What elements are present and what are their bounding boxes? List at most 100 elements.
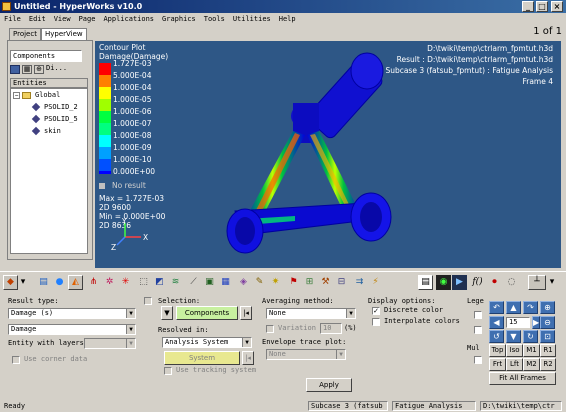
averaging-method-select[interactable]: None ▼ [266, 308, 356, 319]
legend-icon[interactable]: ⚑ [286, 275, 301, 290]
view-r2-button[interactable]: R2 [540, 358, 556, 371]
components-selector[interactable]: Components [176, 306, 238, 320]
resolved-in-select[interactable]: Analysis System ▼ [162, 337, 252, 348]
tree-item-psolid-2[interactable]: PSOLID_2 [44, 103, 78, 111]
legend-option-checkbox[interactable] [474, 326, 482, 334]
fit-all-frames-button[interactable]: Fit All Frames [489, 372, 556, 385]
graphics-viewport[interactable]: Contour Plot Damage(Damage) 1.727E-03 5.0… [95, 41, 561, 268]
tree-item-global[interactable]: Global [35, 91, 60, 99]
tab-hyperview[interactable]: HyperView [41, 28, 87, 40]
view-iso-button[interactable]: Iso [506, 344, 523, 357]
lamp-icon[interactable]: ✷ [268, 275, 283, 290]
filter-icon[interactable]: ⊕ [34, 65, 44, 74]
apply-button[interactable]: Apply [306, 378, 352, 392]
menu-edit[interactable]: Edit [25, 13, 50, 26]
view-m1-button[interactable]: M1 [523, 344, 540, 357]
fatigue-icon[interactable]: ⚒ [318, 275, 333, 290]
open-icon[interactable]: ▤ [36, 275, 51, 290]
variation-checkbox[interactable] [266, 325, 274, 333]
legend-checkbox[interactable] [474, 311, 482, 319]
tensor-icon[interactable]: ✲ [102, 275, 117, 290]
export-icon[interactable]: ⇉ [352, 275, 367, 290]
rotate-left-down-icon[interactable]: ↺ [489, 330, 504, 343]
close-button[interactable]: × [551, 1, 563, 12]
use-tracking-system-checkbox[interactable] [164, 367, 172, 375]
entity-layers-select[interactable]: ▼ [84, 338, 136, 349]
system-reset-button[interactable]: |◂ [242, 351, 254, 365]
arrow-right-icon[interactable]: ▶ [532, 316, 540, 329]
result-type-select[interactable]: Damage (s) ▼ [8, 308, 136, 319]
collapse-icon[interactable]: − [13, 92, 20, 99]
report-icon[interactable]: ⊟ [334, 275, 349, 290]
contour-icon[interactable]: ◭ [68, 275, 83, 290]
movie-icon[interactable]: ▶ [452, 275, 467, 290]
entity-tree[interactable]: − Global PSOLID_2 PSOLID_5 skin [10, 88, 88, 254]
menu-help[interactable]: Help [275, 13, 300, 26]
menu-applications[interactable]: Applications [99, 13, 158, 26]
variation-input[interactable]: 10 [320, 323, 342, 334]
view-m2-button[interactable]: M2 [523, 358, 540, 371]
zoom-in-icon[interactable]: ⊕ [540, 301, 555, 314]
view-top-button[interactable]: Top [489, 344, 506, 357]
menu-page[interactable]: Page [75, 13, 100, 26]
derived-icon[interactable]: ⊞ [302, 275, 317, 290]
view-dropdown-icon[interactable]: ▾ [548, 275, 556, 290]
tracking-icon[interactable]: ◈ [236, 275, 251, 290]
reset-selection-button[interactable]: |◂ [240, 306, 252, 320]
minimize-button[interactable]: _ [522, 1, 534, 12]
dropdown-arrow-icon[interactable]: ▾ [19, 275, 27, 290]
menu-utilities[interactable]: Utilities [229, 13, 275, 26]
selection-arrow-button[interactable]: ▼ [161, 306, 173, 320]
list-icon[interactable]: ▤ [418, 275, 433, 290]
rotation-step-input[interactable]: 15 [506, 317, 530, 328]
discrete-color-checkbox[interactable]: ✓ [372, 307, 380, 315]
view-r1-button[interactable]: R1 [540, 344, 556, 357]
record-icon[interactable]: ⏺ [487, 275, 502, 290]
multiple-checkbox[interactable] [474, 356, 482, 364]
envelope-select[interactable]: None ▼ [266, 349, 346, 360]
tree-item-skin[interactable]: skin [44, 127, 61, 135]
rotate-left-up-icon[interactable]: ↶ [489, 301, 504, 314]
result-component-select[interactable]: Damage ▼ [8, 324, 136, 335]
view-control-icon[interactable]: ┴ [528, 275, 546, 290]
query-icon[interactable]: ▦ [218, 275, 233, 290]
display-label[interactable]: Di... [46, 64, 67, 72]
zoom-out-icon[interactable]: ⊖ [540, 316, 555, 329]
menu-file[interactable]: File [0, 13, 25, 26]
selection-toggle[interactable] [144, 297, 152, 305]
iso-icon[interactable]: ⬚ [136, 275, 151, 290]
deformed-icon[interactable]: ✳ [118, 275, 133, 290]
streamline-icon[interactable]: ≋ [168, 275, 183, 290]
settings-icon[interactable]: ◌ [504, 275, 519, 290]
grid-icon[interactable]: ▦ [22, 65, 32, 74]
arrow-up-icon[interactable]: ▲ [506, 301, 521, 314]
globe-icon[interactable]: ● [52, 275, 67, 290]
maximize-button[interactable]: □ [536, 1, 548, 12]
arrow-left-icon[interactable]: ◀ [489, 316, 504, 329]
spark-icon[interactable]: ⚡ [368, 275, 383, 290]
system-button[interactable]: System [164, 351, 240, 365]
arrow-down-icon[interactable]: ▼ [506, 330, 521, 343]
animation-icon[interactable]: ◉ [436, 275, 451, 290]
view-left-button[interactable]: Lft [506, 358, 523, 371]
menu-tools[interactable]: Tools [200, 13, 229, 26]
filter-input[interactable]: Components [10, 50, 82, 62]
interpolate-colors-checkbox[interactable] [372, 318, 380, 326]
use-corner-data-checkbox[interactable] [12, 356, 20, 364]
note-icon[interactable]: ✎ [252, 275, 267, 290]
hotspot-icon[interactable]: ▣ [202, 275, 217, 290]
tab-project[interactable]: Project [9, 28, 41, 40]
vector-icon[interactable]: ⋔ [86, 275, 101, 290]
section-icon[interactable]: ◩ [152, 275, 167, 290]
tree-view-icon[interactable] [10, 65, 20, 74]
rotate-right-up-icon[interactable]: ↷ [523, 301, 538, 314]
formula-icon[interactable]: f() [470, 275, 485, 290]
measure-icon[interactable]: ⟋ [186, 275, 201, 290]
menu-graphics[interactable]: Graphics [158, 13, 200, 26]
menu-view[interactable]: View [50, 13, 75, 26]
tree-item-psolid-5[interactable]: PSOLID_5 [44, 115, 78, 123]
rotate-right-down-icon[interactable]: ↻ [523, 330, 538, 343]
palette-icon[interactable]: ◆ [3, 275, 18, 290]
zoom-box-icon[interactable]: ⊡ [540, 330, 555, 343]
view-front-button[interactable]: Frt [489, 358, 506, 371]
